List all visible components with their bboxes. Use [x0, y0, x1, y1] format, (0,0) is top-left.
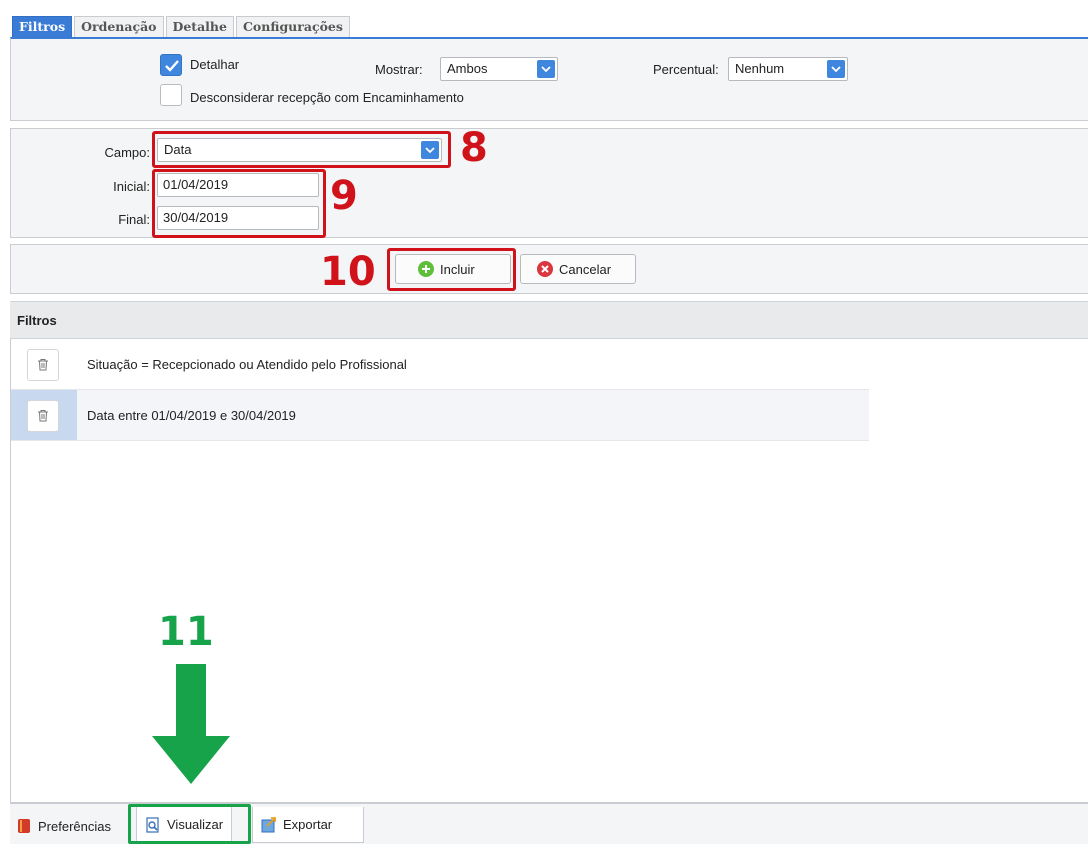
export-icon — [261, 816, 277, 833]
tab-configuracoes[interactable]: Configurações — [235, 16, 350, 38]
row-gutter — [11, 339, 77, 389]
exportar-button[interactable]: Exportar — [252, 807, 364, 843]
annotation-box-11 — [128, 804, 251, 844]
trash-icon[interactable] — [27, 349, 59, 381]
final-label: Final: — [118, 212, 150, 227]
mostrar-value: Ambos — [447, 61, 488, 76]
cancelar-label: Cancelar — [559, 261, 612, 277]
percentual-select[interactable]: Nenhum — [728, 57, 848, 81]
tab-filtros[interactable]: Filtros — [12, 16, 73, 38]
percentual-value: Nenhum — [735, 61, 785, 76]
inicial-label: Inicial: — [113, 179, 150, 194]
desconsiderar-checkbox[interactable] — [160, 84, 182, 106]
annotation-number-9: 9 — [330, 173, 358, 219]
annotation-number-10: 10 — [320, 249, 376, 295]
detalhar-label: Detalhar — [190, 57, 240, 72]
detalhar-checkbox[interactable] — [160, 54, 182, 76]
arrow-down-icon — [152, 664, 230, 784]
desconsiderar-label: Desconsiderar recepção com Encaminhament… — [190, 90, 464, 105]
row-gutter — [11, 390, 77, 440]
tab-detalhe[interactable]: Detalhe — [165, 16, 234, 38]
preferencias-button[interactable]: Preferências — [16, 810, 111, 842]
exportar-label: Exportar — [283, 817, 333, 832]
annotation-box-8 — [152, 131, 451, 168]
check-icon — [165, 60, 179, 72]
tab-strip: Filtros Ordenação Detalhe Configurações — [12, 16, 352, 38]
filters-list-header: Filtros — [10, 301, 1088, 339]
chevron-down-icon[interactable] — [827, 60, 845, 78]
preferences-book-icon — [16, 818, 32, 834]
filter-row-text: Data entre 01/04/2019 e 30/04/2019 — [87, 407, 296, 423]
mostrar-label: Mostrar: — [375, 62, 423, 77]
campo-label: Campo: — [104, 145, 150, 160]
chevron-down-icon[interactable] — [537, 60, 555, 78]
trash-icon[interactable] — [27, 400, 59, 432]
mostrar-select[interactable]: Ambos — [440, 57, 558, 81]
filter-row[interactable]: Situação = Recepcionado ou Atendido pelo… — [11, 339, 869, 390]
filter-row[interactable]: Data entre 01/04/2019 e 30/04/2019 — [11, 390, 869, 441]
tab-ordenacao[interactable]: Ordenação — [74, 16, 164, 38]
filter-row-text: Situação = Recepcionado ou Atendido pelo… — [87, 356, 407, 372]
annotation-number-8: 8 — [460, 125, 488, 171]
preferencias-label: Preferências — [38, 818, 111, 834]
cancel-icon — [537, 261, 553, 277]
annotation-box-9 — [152, 169, 326, 238]
percentual-label: Percentual: — [653, 62, 719, 77]
annotation-number-11: 11 — [158, 609, 214, 655]
annotation-box-10 — [387, 248, 516, 291]
cancelar-button[interactable]: Cancelar — [520, 254, 636, 284]
